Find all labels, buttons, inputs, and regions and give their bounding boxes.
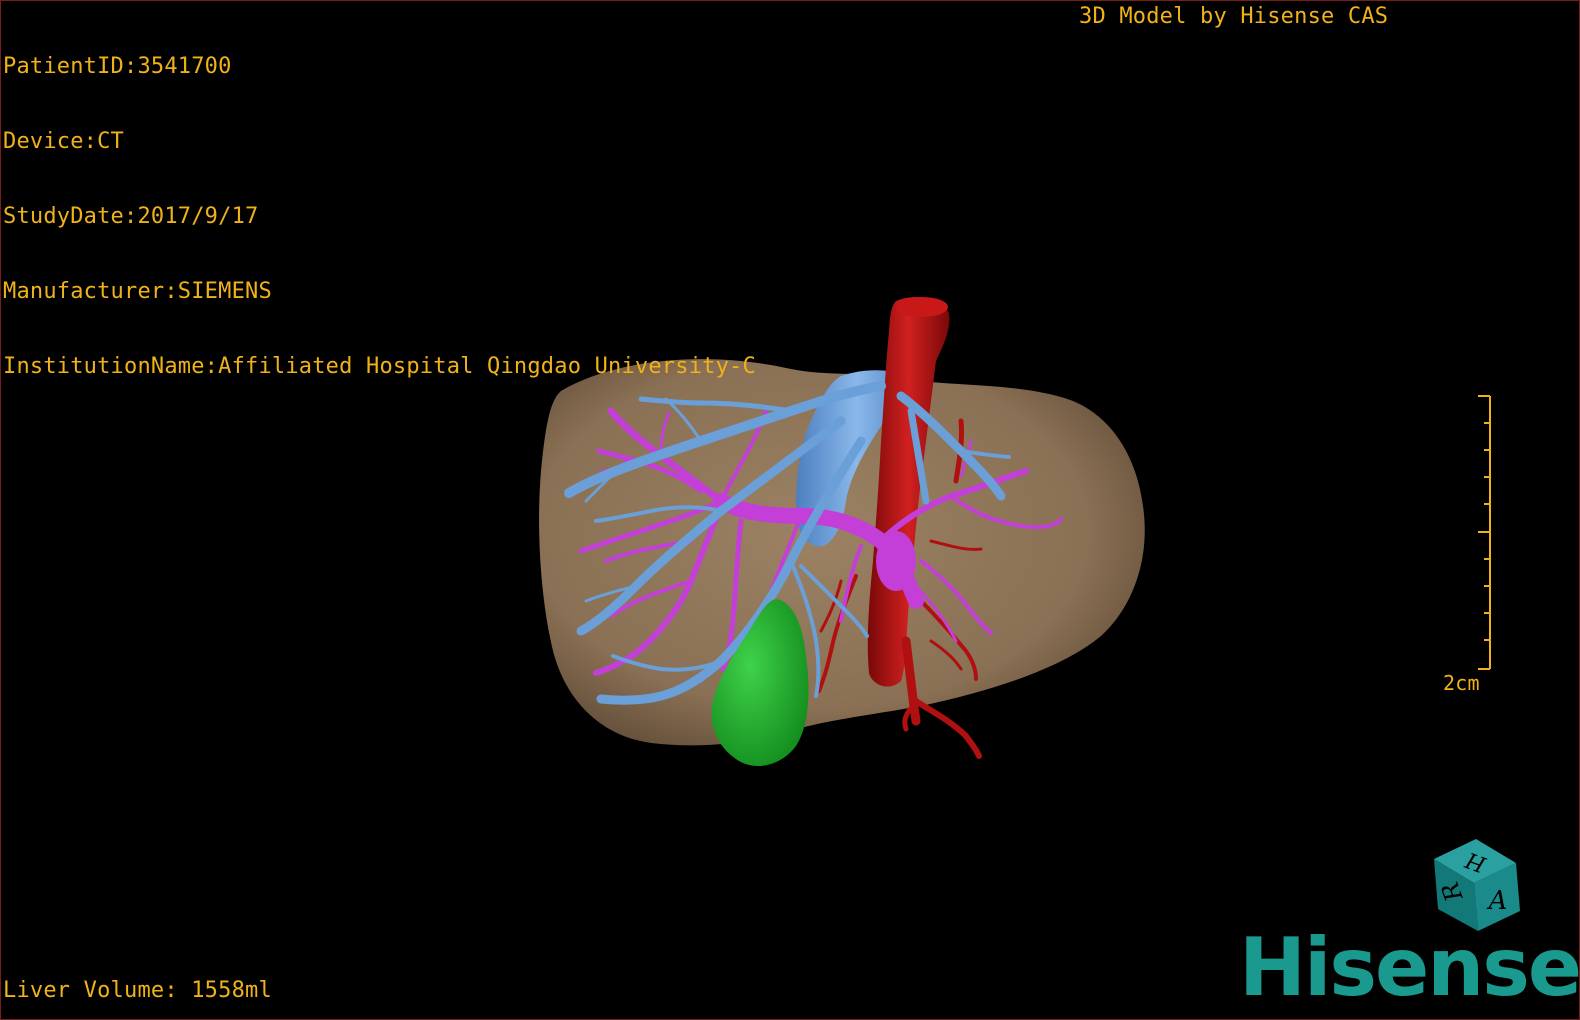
manufacturer-text: Manufacturer:SIEMENS [3, 279, 272, 304]
patient-info-overlay: PatientID:3541700 Device:CT StudyDate:20… [3, 4, 756, 429]
liver-volume-text: Liver Volume: 1558ml [3, 978, 272, 1003]
scale-bar-icon [1478, 395, 1491, 670]
3d-viewport[interactable]: PatientID:3541700 Device:CT StudyDate:20… [0, 0, 1580, 1020]
aorta-top [896, 297, 948, 317]
institution-text: InstitutionName:Affiliated Hospital Qing… [3, 354, 756, 379]
device-text: Device:CT [3, 129, 125, 154]
cube-face-right: A [1487, 886, 1508, 916]
hisense-logo: Hisense [1239, 921, 1580, 1014]
model-credit-text: 3D Model by Hisense CAS [1079, 4, 1389, 29]
study-date-text: StudyDate:2017/9/17 [3, 204, 259, 229]
patient-id-text: PatientID:3541700 [3, 54, 232, 79]
scale-label: 2cm [1443, 671, 1480, 695]
